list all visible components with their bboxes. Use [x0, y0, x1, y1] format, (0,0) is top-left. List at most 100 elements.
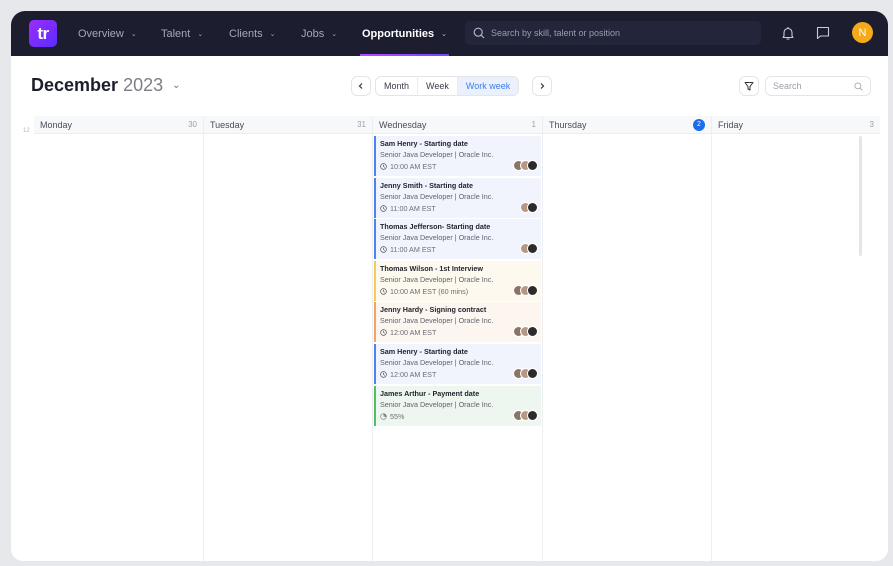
calendar-search-input[interactable]: Search: [765, 76, 871, 96]
app-window: tr Overview ⌄ Talent ⌄ Clients ⌄ Jobs ⌄ Oppo…: [11, 11, 888, 561]
day-column-thursday[interactable]: Thursday 2: [543, 116, 712, 561]
month-label: December: [31, 75, 119, 95]
event-title: Sam Henry - Starting date: [380, 139, 468, 148]
event-list: Sam Henry - Starting date Senior Java Dev…: [374, 136, 541, 427]
search-icon: [854, 81, 863, 91]
view-month-button[interactable]: Month: [376, 77, 419, 95]
attendee-avatar: [527, 409, 538, 421]
today-badge: 2: [693, 118, 705, 131]
event-subtitle: Senior Java Developer | Oracle Inc.: [380, 357, 494, 367]
global-search-input[interactable]: Search by skill, talent or position: [465, 21, 761, 45]
calendar-grid: Monday 30 Tuesday 31 Wednesday 1 Sam Henry …: [34, 116, 880, 561]
attendee-avatar: [527, 160, 538, 171]
hour-label: 12: [23, 128, 30, 134]
filter-icon: [744, 82, 754, 91]
view-week-button[interactable]: Week: [418, 77, 458, 95]
event-title: Jenny Hardy - Signing contract: [380, 305, 487, 315]
day-header: Monday 30: [34, 116, 203, 134]
clock-icon: [380, 329, 387, 337]
event-subtitle: Senior Java Developer | Oracle Inc.: [380, 274, 494, 284]
user-avatar[interactable]: N: [852, 22, 873, 43]
day-header: Wednesday 1: [373, 116, 542, 134]
event-title: Jenny Smith - Starting date: [380, 180, 474, 190]
event-meta-text: 12:00 AM EST: [390, 369, 437, 379]
day-header: Friday 3: [712, 116, 880, 134]
chevron-down-icon: ⌄: [197, 30, 204, 38]
nav-item-label: Overview: [78, 27, 124, 40]
day-column-friday[interactable]: Friday 3: [712, 116, 880, 561]
filter-button[interactable]: [739, 76, 759, 96]
attendee-avatar: [527, 367, 538, 379]
day-name: Thursday: [549, 119, 587, 130]
progress-icon: [380, 412, 387, 420]
clock-icon: [380, 204, 387, 212]
chat-icon[interactable]: [814, 24, 832, 42]
chevron-down-icon: ⌄: [130, 30, 137, 38]
day-date: 1: [531, 120, 536, 129]
top-navbar: tr Overview ⌄ Talent ⌄ Clients ⌄ Jobs ⌄ Oppo…: [11, 11, 888, 56]
event-card[interactable]: Sam Henry - Starting date Senior Java Dev…: [374, 136, 541, 176]
nav-item-label: Clients: [229, 27, 263, 40]
event-card[interactable]: Jenny Smith - Starting date Senior Java D…: [374, 177, 541, 218]
next-week-button[interactable]: [532, 76, 552, 96]
event-meta-text: 55%: [390, 411, 405, 421]
nav-item-jobs[interactable]: Jobs ⌄: [301, 11, 337, 56]
day-header: Tuesday 31: [204, 116, 372, 134]
chevron-down-icon: ⌄: [441, 30, 447, 38]
attendee-avatar: [527, 326, 538, 338]
clock-icon: [380, 288, 387, 295]
day-name: Wednesday: [379, 119, 427, 130]
day-column-tuesday[interactable]: Tuesday 31: [204, 116, 373, 561]
prev-week-button[interactable]: [351, 76, 371, 96]
attendee-avatars: [513, 367, 538, 379]
app-logo[interactable]: tr: [29, 20, 57, 47]
event-card[interactable]: Thomas Wilson - 1st Interview Senior Java…: [374, 260, 541, 301]
chevron-down-icon: ⌄: [331, 30, 338, 38]
event-card[interactable]: Sam Henry - Starting date Senior Java Dev…: [374, 343, 541, 384]
event-title: Thomas Wilson - 1st Interview: [380, 263, 483, 273]
year-label: 2023: [123, 75, 164, 95]
event-meta-text: 11:00 AM EST: [390, 245, 436, 255]
day-name: Friday: [718, 119, 744, 130]
day-name: Tuesday: [210, 119, 245, 130]
event-card[interactable]: Jenny Hardy - Signing contract Senior Jav…: [374, 302, 541, 343]
app-frame: tr Overview ⌄ Talent ⌄ Clients ⌄ Jobs ⌄ Oppo…: [3, 3, 890, 563]
view-work-week-button[interactable]: Work week: [457, 77, 519, 95]
search-placeholder: Search by skill, talent or position: [491, 28, 621, 38]
nav-item-talent[interactable]: Talent ⌄: [161, 11, 203, 56]
nav-item-label: Opportunities: [362, 27, 435, 40]
event-meta-text: 11:00 AM EST: [390, 203, 436, 213]
event-meta: 11:00 AM EST: [380, 202, 541, 215]
bell-icon[interactable]: [779, 24, 797, 42]
event-subtitle: Senior Java Developer | Oracle Inc.: [380, 399, 494, 409]
event-card[interactable]: Thomas Jefferson- Starting date Senior Ja…: [374, 219, 541, 260]
chevron-down-icon: ⌄: [172, 80, 181, 91]
attendee-avatar: [527, 284, 538, 296]
nav-item-overview[interactable]: Overview ⌄: [78, 11, 137, 56]
event-subtitle: Senior Java Developer | Oracle Inc.: [380, 233, 494, 243]
vertical-scrollbar[interactable]: [859, 136, 862, 256]
event-title: Thomas Jefferson- Starting date: [380, 222, 491, 232]
event-card[interactable]: James Arthur - Payment date Senior Java D…: [374, 385, 541, 426]
day-date: 31: [357, 120, 366, 129]
month-year-picker[interactable]: December 2023 ⌄: [31, 75, 181, 96]
chevron-right-icon: [540, 83, 545, 89]
clock-icon: [380, 371, 387, 378]
attendee-avatar: [527, 243, 538, 255]
attendee-avatars: [513, 284, 538, 296]
chevron-down-icon: ⌄: [269, 30, 276, 38]
nav-item-clients[interactable]: Clients ⌄: [229, 11, 276, 56]
day-column-wednesday[interactable]: Wednesday 1 Sam Henry - Starting date Seni…: [373, 116, 543, 561]
nav-item-opportunities[interactable]: Opportunities ⌄: [360, 11, 449, 56]
attendee-avatar: [527, 201, 538, 213]
day-column-monday[interactable]: Monday 30: [34, 116, 204, 561]
search-icon: [473, 27, 485, 39]
nav-item-label: Talent: [161, 27, 191, 40]
event-title: James Arthur - Payment date: [380, 388, 480, 398]
event-meta-text: 10:00 AM EST: [390, 162, 437, 171]
attendee-avatars: [513, 409, 538, 421]
event-meta: 11:00 AM EST: [380, 243, 541, 256]
day-name: Monday: [40, 119, 73, 130]
event-subtitle: Senior Java Developer | Oracle Inc.: [380, 316, 494, 326]
attendee-avatars: [513, 160, 538, 171]
